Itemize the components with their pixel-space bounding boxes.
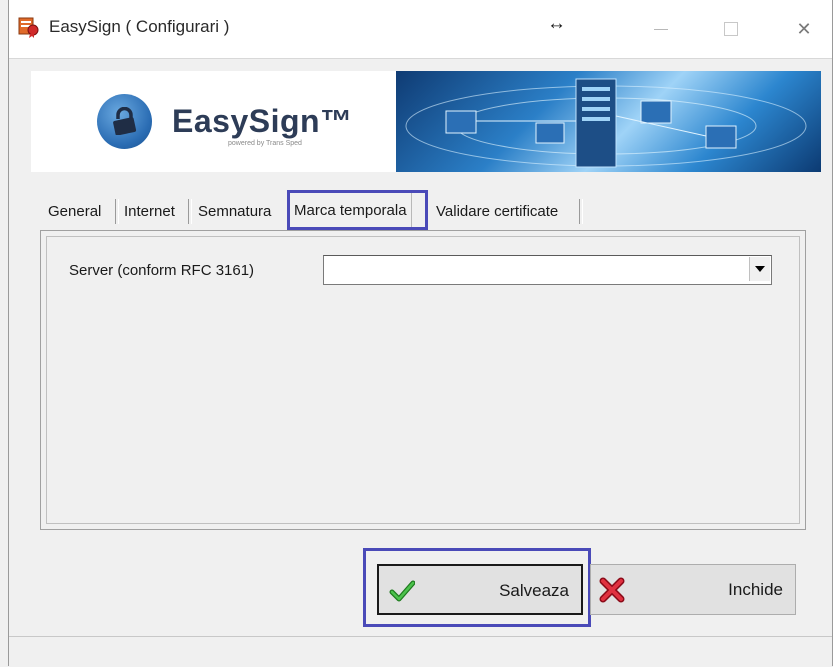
dropdown-button[interactable] xyxy=(749,257,770,281)
maximize-button[interactable] xyxy=(706,0,756,58)
minimize-button[interactable] xyxy=(636,0,686,58)
close-button[interactable]: Inchide xyxy=(590,564,796,615)
tab-internet[interactable]: Internet xyxy=(124,194,175,229)
tab-semnatura[interactable]: Semnatura xyxy=(198,194,271,229)
easysign-banner: EasySign™ powered by Trans Sped xyxy=(31,71,821,172)
close-window-button[interactable]: ✕ xyxy=(779,0,829,58)
panel-groupbox: Server (conform RFC 3161) xyxy=(46,236,800,524)
banner-logo-area: EasySign™ powered by Trans Sped xyxy=(31,71,396,172)
logo-subtitle: powered by Trans Sped xyxy=(228,140,302,147)
red-x-icon xyxy=(599,577,625,603)
tab-validare-certificate[interactable]: Validare certificate xyxy=(436,194,558,229)
resize-arrow-icon: ↔ xyxy=(547,13,566,34)
maximize-icon xyxy=(724,22,738,36)
configuration-window: EasySign ( Configurari ) ↔ ✕ EasySign™ p… xyxy=(0,0,833,667)
save-button[interactable]: Salveaza xyxy=(377,564,583,615)
tab-panel-marca-temporala: Server (conform RFC 3161) xyxy=(40,230,806,530)
chevron-down-icon xyxy=(755,266,765,272)
window-title: EasySign ( Configurari ) xyxy=(49,17,230,36)
window-border-left xyxy=(8,0,9,666)
banner-network-image xyxy=(396,71,821,172)
title-bar[interactable]: EasySign ( Configurari ) ↔ ✕ xyxy=(9,0,832,59)
tab-general[interactable]: General xyxy=(48,194,101,229)
logo-text: EasySign™ xyxy=(172,103,353,139)
server-dropdown[interactable] xyxy=(323,255,772,285)
server-label: Server (conform RFC 3161) xyxy=(69,262,255,279)
active-tab-highlight xyxy=(287,190,428,230)
close-button-label: Inchide xyxy=(728,580,783,599)
tab-separator xyxy=(188,199,192,224)
checkmark-icon xyxy=(389,580,415,602)
status-bar xyxy=(9,636,832,667)
lock-icon xyxy=(113,107,137,135)
tab-separator xyxy=(115,199,119,224)
minimize-icon xyxy=(654,28,668,30)
app-certificate-icon xyxy=(18,17,39,38)
save-button-label: Salveaza xyxy=(499,581,569,600)
tab-separator xyxy=(579,199,583,224)
logo-lock-badge xyxy=(97,94,152,149)
network-illustration xyxy=(405,78,807,168)
close-icon: ✕ xyxy=(796,18,812,39)
